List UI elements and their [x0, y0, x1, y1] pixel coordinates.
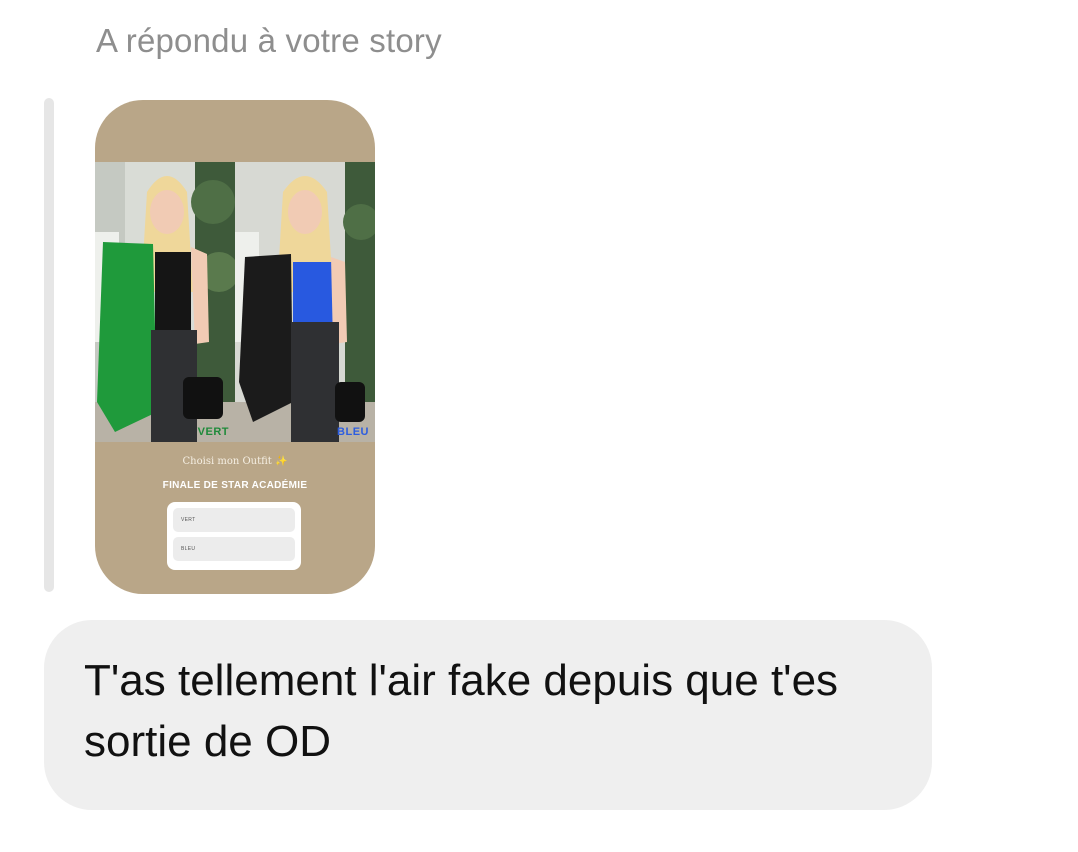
poll-option-bleu: BLEU [173, 537, 295, 561]
reply-quote-bar [44, 98, 54, 592]
outfit-photo-green: VERT [95, 162, 235, 442]
dm-thread: A répondu à votre story VERT BLEU Choisi… [0, 0, 1078, 852]
outfit-photo-blue: BLEU [235, 162, 375, 442]
outfit-illustration-green [95, 162, 235, 442]
story-reply-context: A répondu à votre story [96, 22, 442, 59]
story-preview[interactable]: VERT BLEU Choisi mon Outfit ✨ FINALE DE … [95, 100, 375, 594]
outfit-label-vert: VERT [197, 426, 229, 438]
outfit-label-bleu: BLEU [337, 426, 369, 438]
message-text: T'as tellement l'air fake depuis que t'e… [84, 656, 839, 766]
story-photos: VERT BLEU [95, 162, 375, 442]
story-poll: VERT BLEU [167, 502, 301, 570]
outfit-illustration-blue [235, 162, 375, 442]
story-caption: Choisi mon Outfit ✨ [182, 456, 288, 467]
story-headline: FINALE DE STAR ACADÉMIE [162, 480, 308, 491]
poll-option-vert: VERT [173, 508, 295, 532]
message-bubble[interactable]: T'as tellement l'air fake depuis que t'e… [44, 620, 932, 810]
